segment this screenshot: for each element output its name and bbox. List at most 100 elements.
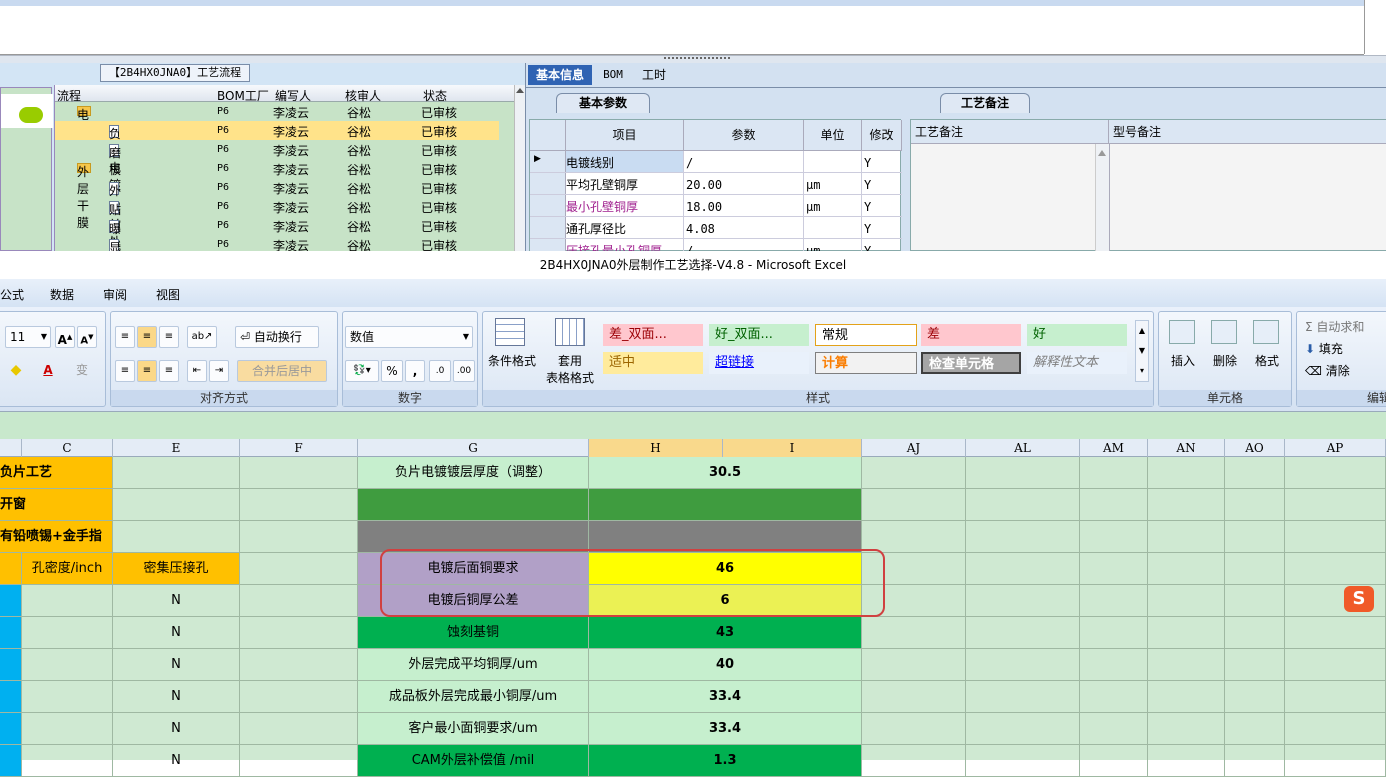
cell-an[interactable] <box>1148 713 1225 745</box>
splitter-grip[interactable] <box>664 57 730 61</box>
cell-e[interactable] <box>113 521 240 553</box>
param-unit-cell[interactable]: μm <box>804 173 862 194</box>
cell-an[interactable] <box>1148 585 1225 617</box>
param-modify-cell[interactable]: Y <box>862 151 902 172</box>
cell-c[interactable] <box>22 617 113 649</box>
param-item-cell[interactable]: 最小孔壁铜厚 <box>566 195 684 216</box>
row-selector[interactable] <box>530 195 566 216</box>
column-header[interactable]: AL <box>966 439 1080 457</box>
autosum-button[interactable]: Σ 自动求和 <box>1305 318 1364 335</box>
decrease-indent-icon[interactable]: ⇤ <box>187 360 207 382</box>
cell-f[interactable] <box>240 521 358 553</box>
cell-am[interactable] <box>1080 489 1148 521</box>
cell-g[interactable]: 客户最小面铜要求/um <box>358 713 589 745</box>
notes-scrollbar[interactable] <box>1095 144 1109 252</box>
cell-f[interactable] <box>240 489 358 521</box>
cell-style-option[interactable]: 常规 <box>815 324 917 346</box>
param-value-cell[interactable]: 18.00 <box>684 195 804 216</box>
tab-formulas[interactable]: 公式 <box>0 286 24 303</box>
cell-style-option[interactable]: 好_双面... <box>709 324 809 346</box>
cell-ao[interactable] <box>1225 713 1285 745</box>
cell-f[interactable] <box>240 617 358 649</box>
format-button[interactable]: 格式 <box>1251 352 1283 369</box>
column-header[interactable]: AP <box>1285 439 1386 457</box>
cell-a[interactable] <box>0 649 22 681</box>
scroll-up-icon[interactable] <box>1098 150 1106 156</box>
percent-icon[interactable]: % <box>381 360 403 382</box>
align-right-icon[interactable]: ≡ <box>159 360 179 382</box>
cell-ao[interactable] <box>1225 457 1285 489</box>
cell-c[interactable] <box>22 745 113 777</box>
insert-icon[interactable] <box>1169 320 1195 344</box>
cell-e[interactable]: N <box>113 649 240 681</box>
cell-ao[interactable] <box>1225 585 1285 617</box>
cell-al[interactable] <box>966 489 1080 521</box>
cell-c[interactable] <box>22 585 113 617</box>
cell-ap[interactable] <box>1285 457 1386 489</box>
cell-al[interactable] <box>966 713 1080 745</box>
cell-a[interactable] <box>0 585 22 617</box>
param-item-cell[interactable]: 电镀线别 <box>566 151 684 172</box>
fill-color-button[interactable]: ◆ <box>3 360 29 382</box>
cell-ao[interactable] <box>1225 521 1285 553</box>
cell-f[interactable] <box>240 457 358 489</box>
cell-g[interactable]: CAM外层补偿值 /mil <box>358 745 589 777</box>
column-header[interactable]: AN <box>1148 439 1225 457</box>
cell-h[interactable]: 30.5 <box>589 457 862 489</box>
cell-am[interactable] <box>1080 457 1148 489</box>
cell-al[interactable] <box>966 745 1080 777</box>
grow-font-button[interactable]: A▲ <box>55 326 75 348</box>
param-value-cell[interactable]: / <box>684 151 804 172</box>
tab-basic-info[interactable]: 基本信息 <box>528 65 592 85</box>
scroll-up-icon[interactable] <box>516 88 524 93</box>
phonetic-button[interactable]: 变 <box>65 360 99 382</box>
cell-aj[interactable] <box>862 745 966 777</box>
cell-e[interactable]: N <box>113 585 240 617</box>
table-format-label-1[interactable]: 套用 <box>545 352 595 369</box>
cell-a[interactable] <box>0 617 22 649</box>
cell-aj[interactable] <box>862 457 966 489</box>
cell-an[interactable] <box>1148 489 1225 521</box>
param-unit-cell[interactable] <box>804 217 862 238</box>
cell-ap[interactable] <box>1285 713 1386 745</box>
row-selector[interactable]: ▶ <box>530 151 566 172</box>
cell-c[interactable] <box>22 649 113 681</box>
cell-am[interactable] <box>1080 553 1148 585</box>
cell-h[interactable]: 33.4 <box>589 681 862 713</box>
cell-f[interactable] <box>240 681 358 713</box>
delete-button[interactable]: 删除 <box>1209 352 1241 369</box>
cell-aj[interactable] <box>862 681 966 713</box>
cell-ap[interactable] <box>1285 553 1386 585</box>
cell-ao[interactable] <box>1225 489 1285 521</box>
cell-ap[interactable] <box>1285 489 1386 521</box>
param-modify-cell[interactable]: Y <box>862 195 902 216</box>
tab-review[interactable]: 审阅 <box>103 286 127 303</box>
column-header[interactable]: F <box>240 439 358 457</box>
align-center-icon[interactable]: ≡ <box>137 360 157 382</box>
cell-ap[interactable] <box>1285 649 1386 681</box>
styles-scroll[interactable]: ▲ ▼ ▾ <box>1135 320 1149 382</box>
cell-am[interactable] <box>1080 617 1148 649</box>
cell-aj[interactable] <box>862 649 966 681</box>
params-row[interactable]: 平均孔壁铜厚 20.00 μm Y <box>530 173 902 195</box>
shrink-font-button[interactable]: A▼ <box>77 326 97 348</box>
cell-g[interactable]: 外层完成平均铜厚/um <box>358 649 589 681</box>
clear-button[interactable]: ⌫ 清除 <box>1305 362 1350 379</box>
column-header[interactable]: I <box>723 439 862 457</box>
tab-process-notes[interactable]: 工艺备注 <box>940 93 1030 113</box>
decrease-decimal-icon[interactable]: .00 <box>453 360 475 382</box>
row-selector[interactable] <box>530 217 566 238</box>
cell-al[interactable] <box>966 553 1080 585</box>
cell-g[interactable] <box>358 489 589 521</box>
orientation-icon[interactable]: ab↗ <box>187 326 217 348</box>
conditional-format-icon[interactable] <box>495 318 525 346</box>
param-modify-cell[interactable]: Y <box>862 173 902 194</box>
formula-bar-area[interactable] <box>0 411 1386 439</box>
cell-am[interactable] <box>1080 585 1148 617</box>
column-header[interactable]: C <box>22 439 113 457</box>
wrap-text-button[interactable]: ⏎ 自动换行 <box>235 326 319 348</box>
cell-an[interactable] <box>1148 745 1225 777</box>
params-row[interactable]: ▶ 电镀线别 / Y <box>530 151 902 173</box>
cell-al[interactable] <box>966 457 1080 489</box>
cell-ap[interactable] <box>1285 745 1386 777</box>
